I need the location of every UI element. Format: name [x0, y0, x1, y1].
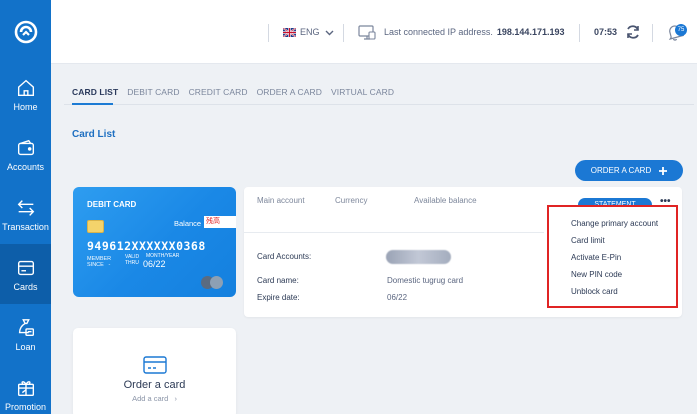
card-expiry: 06/22 — [143, 259, 166, 269]
sidebar-item-label: Home — [13, 101, 38, 112]
tab-card-list[interactable]: CARD LIST — [72, 87, 118, 97]
card-name-value: Domestic tugrug card — [387, 276, 464, 285]
transfer-arrows-icon — [17, 199, 34, 216]
balance-label: Balance — [174, 219, 202, 228]
valid-thru-label: VALID THRU — [125, 254, 140, 266]
plus-icon — [659, 166, 668, 175]
menu-item-change-primary-account[interactable]: Change primary account — [571, 219, 658, 228]
sidebar-item-accounts[interactable]: Accounts — [0, 124, 51, 184]
card-type: DEBIT CARD — [87, 200, 137, 209]
card-icon — [17, 260, 34, 275]
home-icon — [17, 79, 34, 96]
expire-date-label: Expire date: — [257, 293, 300, 302]
sidebar: Home Accounts Transaction Cards Loan Pro… — [0, 0, 51, 414]
sidebar-item-label: Transaction — [2, 221, 49, 232]
refresh-icon — [627, 25, 639, 39]
debit-card-visual[interactable]: DEBIT CARD Balance 残高 949612XXXXXX0368 M… — [73, 187, 236, 297]
expire-date-value: 06/22 — [387, 293, 408, 302]
sidebar-item-home[interactable]: Home — [0, 64, 51, 124]
chip-icon — [87, 220, 104, 233]
divider — [579, 24, 580, 42]
add-card-label: Add a card — [132, 394, 169, 403]
tab-order-a-card[interactable]: ORDER A CARD — [257, 87, 322, 97]
sidebar-item-label: Cards — [13, 281, 38, 292]
column-header-main-account: Main account — [257, 196, 305, 205]
member-since-value: - — [108, 262, 111, 268]
menu-item-new-pin-code[interactable]: New PIN code — [571, 270, 622, 279]
sidebar-item-label: Loan — [15, 341, 36, 352]
language-selector[interactable]: ENG — [283, 0, 334, 64]
order-card-title: Order a card — [123, 379, 186, 391]
sidebar-item-promotion[interactable]: Promotion — [0, 364, 51, 414]
logo-icon — [14, 20, 37, 44]
ip-label: Last connected IP address. — [384, 27, 493, 37]
chevron-down-icon — [325, 30, 334, 35]
tab-credit-card[interactable]: CREDIT CARD — [189, 87, 248, 97]
card-number: 949612XXXXXX0368 — [87, 239, 206, 253]
card-brand-logo — [201, 276, 223, 289]
sidebar-item-label: Promotion — [4, 401, 47, 412]
details-divider — [244, 232, 544, 233]
tabs-divider — [64, 104, 694, 105]
tab-debit-card[interactable]: DEBIT CARD — [127, 87, 179, 97]
divider — [268, 24, 269, 42]
column-header-available-balance: Available balance — [414, 196, 477, 205]
sidebar-item-loan[interactable]: Loan — [0, 304, 51, 364]
tab-virtual-card[interactable]: VIRTUAL CARD — [331, 87, 394, 97]
member-since-label: MEMBER SINCE — [87, 256, 112, 268]
divider — [343, 24, 344, 42]
wallet-icon — [17, 139, 34, 155]
card-accounts-label: Card Accounts: — [257, 252, 312, 261]
balance-value: 残高 — [204, 216, 236, 228]
notification-badge: 75 — [675, 24, 687, 36]
money-bag-icon — [18, 318, 34, 336]
menu-item-unblock-card[interactable]: Unblock card — [571, 287, 618, 296]
divider — [652, 24, 653, 42]
card-tabs: CARD LIST DEBIT CARD CREDIT CARD ORDER A… — [72, 87, 403, 97]
member-since: MEMBER SINCE - — [87, 256, 112, 268]
monitor-icon — [358, 24, 376, 40]
session-timer: 07:53 — [594, 0, 617, 64]
card-add-icon — [142, 356, 167, 374]
ip-value: 198.144.171.193 — [496, 27, 565, 37]
order-card-button[interactable]: ORDER A CARD — [575, 160, 683, 181]
notifications-button[interactable]: 75 — [666, 0, 687, 64]
refresh-button[interactable] — [625, 0, 641, 64]
column-header-currency: Currency — [335, 196, 368, 205]
gift-percent-icon — [17, 380, 34, 396]
sidebar-item-label: Accounts — [6, 161, 45, 172]
app-logo[interactable] — [0, 0, 51, 64]
card-accounts-value[interactable] — [386, 250, 451, 264]
chevron-right-icon: › — [174, 394, 177, 403]
sidebar-item-transaction[interactable]: Transaction — [0, 184, 51, 244]
order-card-tile[interactable]: Order a card Add a card › — [73, 328, 236, 414]
add-card-link[interactable]: Add a card › — [132, 394, 177, 403]
order-card-button-label: ORDER A CARD — [590, 166, 652, 175]
card-options-menu: Change primary account Card limit Activa… — [547, 205, 678, 308]
sidebar-item-cards[interactable]: Cards — [0, 244, 51, 304]
uk-flag-icon — [283, 27, 296, 37]
ip-info: Last connected IP address. 198.144.171.1… — [358, 0, 564, 64]
session-time: 07:53 — [594, 27, 618, 37]
language-label: ENG — [300, 27, 320, 37]
page-title: Card List — [72, 129, 116, 140]
card-name-label: Card name: — [257, 276, 299, 285]
menu-item-card-limit[interactable]: Card limit — [571, 236, 605, 245]
active-tab-indicator — [72, 103, 113, 105]
menu-item-activate-e-pin[interactable]: Activate E-Pin — [571, 253, 621, 262]
